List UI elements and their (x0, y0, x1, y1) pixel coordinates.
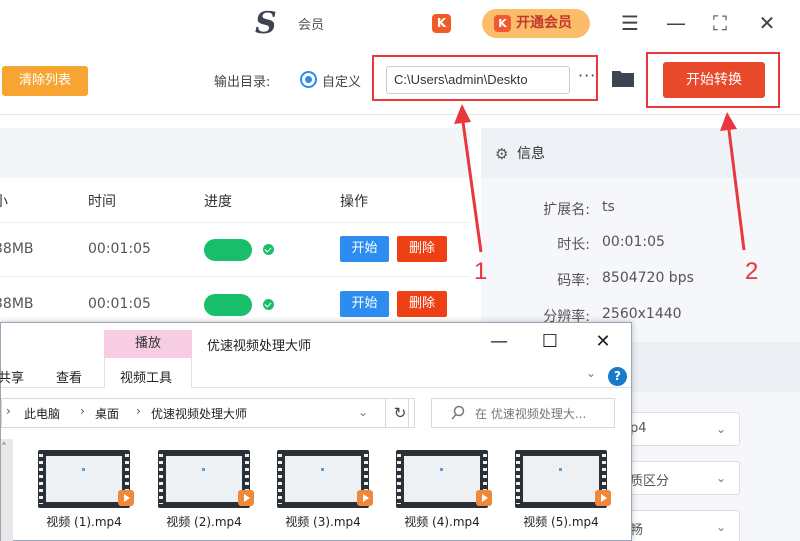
tab-video-tools[interactable]: 视频工具 (120, 367, 172, 386)
file-name-5[interactable]: 视频 (5).mp4 (506, 513, 616, 530)
explorer-maximize-icon[interactable]: ☐ (535, 331, 565, 353)
file-name-3[interactable]: 视频 (3).mp4 (268, 513, 378, 530)
file-name-1[interactable]: 视频 (1).mp4 (29, 513, 139, 530)
breadcrumb-separator: › (80, 404, 85, 418)
annotation-label-1: 1 (474, 258, 488, 285)
explorer-ribbon-tabs (1, 361, 631, 388)
scroll-up-icon[interactable]: ˄ (1, 441, 7, 455)
play-icon (595, 490, 611, 506)
breadcrumb-this-pc[interactable]: 此电脑 (24, 405, 60, 422)
file-name-2[interactable]: 视频 (2).mp4 (149, 513, 259, 530)
explorer-minimize-icon[interactable]: — (484, 331, 514, 353)
play-icon (476, 490, 492, 506)
file-thumbnail-5[interactable] (515, 450, 611, 508)
search-icon (451, 405, 465, 420)
file-thumbnail-2[interactable] (158, 450, 254, 508)
play-tab[interactable]: 播放 (104, 330, 192, 358)
breadcrumb-separator: › (136, 404, 141, 418)
tab-share[interactable]: 共享 (0, 367, 24, 386)
help-icon[interactable]: ? (608, 367, 627, 386)
arrow-2 (720, 112, 746, 251)
explorer-title: 优速视频处理大师 (207, 339, 312, 354)
tab-view[interactable]: 查看 (56, 367, 82, 386)
file-thumbnail-1[interactable] (38, 450, 134, 508)
explorer-close-icon[interactable]: ✕ (588, 331, 618, 353)
breadcrumb-separator: › (6, 404, 11, 418)
ribbon-expand-icon[interactable]: ⌄ (586, 366, 596, 380)
search-placeholder: 在 优速视频处理大... (475, 407, 587, 421)
file-name-4[interactable]: 视频 (4).mp4 (387, 513, 497, 530)
breadcrumb-desktop[interactable]: 桌面 (95, 405, 119, 422)
address-dropdown-icon[interactable]: ⌄ (358, 405, 368, 419)
file-thumbnail-3[interactable] (277, 450, 373, 508)
refresh-button[interactable]: ↻ (385, 398, 415, 428)
play-icon (238, 490, 254, 506)
file-thumbnail-4[interactable] (396, 450, 492, 508)
annotation-label-2: 2 (745, 258, 759, 285)
arrow-1 (454, 104, 483, 253)
breadcrumb-folder[interactable]: 优速视频处理大师 (151, 405, 247, 422)
play-icon (357, 490, 373, 506)
play-icon (118, 490, 134, 506)
